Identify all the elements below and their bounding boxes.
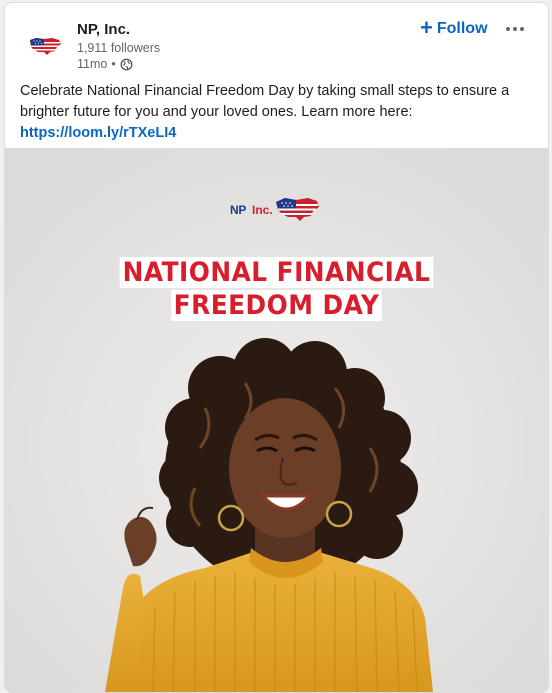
post-text: Celebrate National Financial Freedom Day… [20,83,510,120]
us-flag-map-icon [276,198,319,221]
headline-line-1: NATIONAL FINANCIAL [119,257,434,288]
us-flag-map-icon [30,38,61,55]
plus-icon: + [420,15,433,40]
author-name[interactable]: NP, Inc. [77,21,130,38]
follow-button[interactable]: + Follow [420,17,488,41]
follow-label: Follow [436,20,488,37]
post-header: NP, Inc. 1,911 followers 11mo • + Follow [5,3,548,79]
post-time: 11mo [77,57,108,71]
company-logo[interactable] [25,26,65,66]
post-image[interactable]: NP Inc. NATIONAL FINANCIAL FREEDOM DAY [5,148,548,692]
woman-portrait-image [5,148,548,692]
brand-logo: NP Inc. [230,193,322,225]
headline-line-2: FREEDOM DAY [170,290,383,321]
image-headline: NATIONAL FINANCIAL FREEDOM DAY [27,256,527,322]
feed-post-card: NP, Inc. 1,911 followers 11mo • + Follow… [4,2,549,693]
brand-inc-text: Inc. [252,203,273,217]
ellipsis-icon [506,27,524,31]
brand-np-text: NP [230,203,247,217]
post-body: Celebrate National Financial Freedom Day… [20,81,525,144]
follower-count: 1,911 followers [77,41,161,55]
globe-icon [120,58,133,70]
more-options-button[interactable] [503,21,527,37]
meta-separator: • [111,57,116,71]
post-link[interactable]: https://loom.ly/rTXeLI4 [20,125,176,141]
image-watermark [19,178,25,298]
post-meta: 11mo • [77,57,133,71]
